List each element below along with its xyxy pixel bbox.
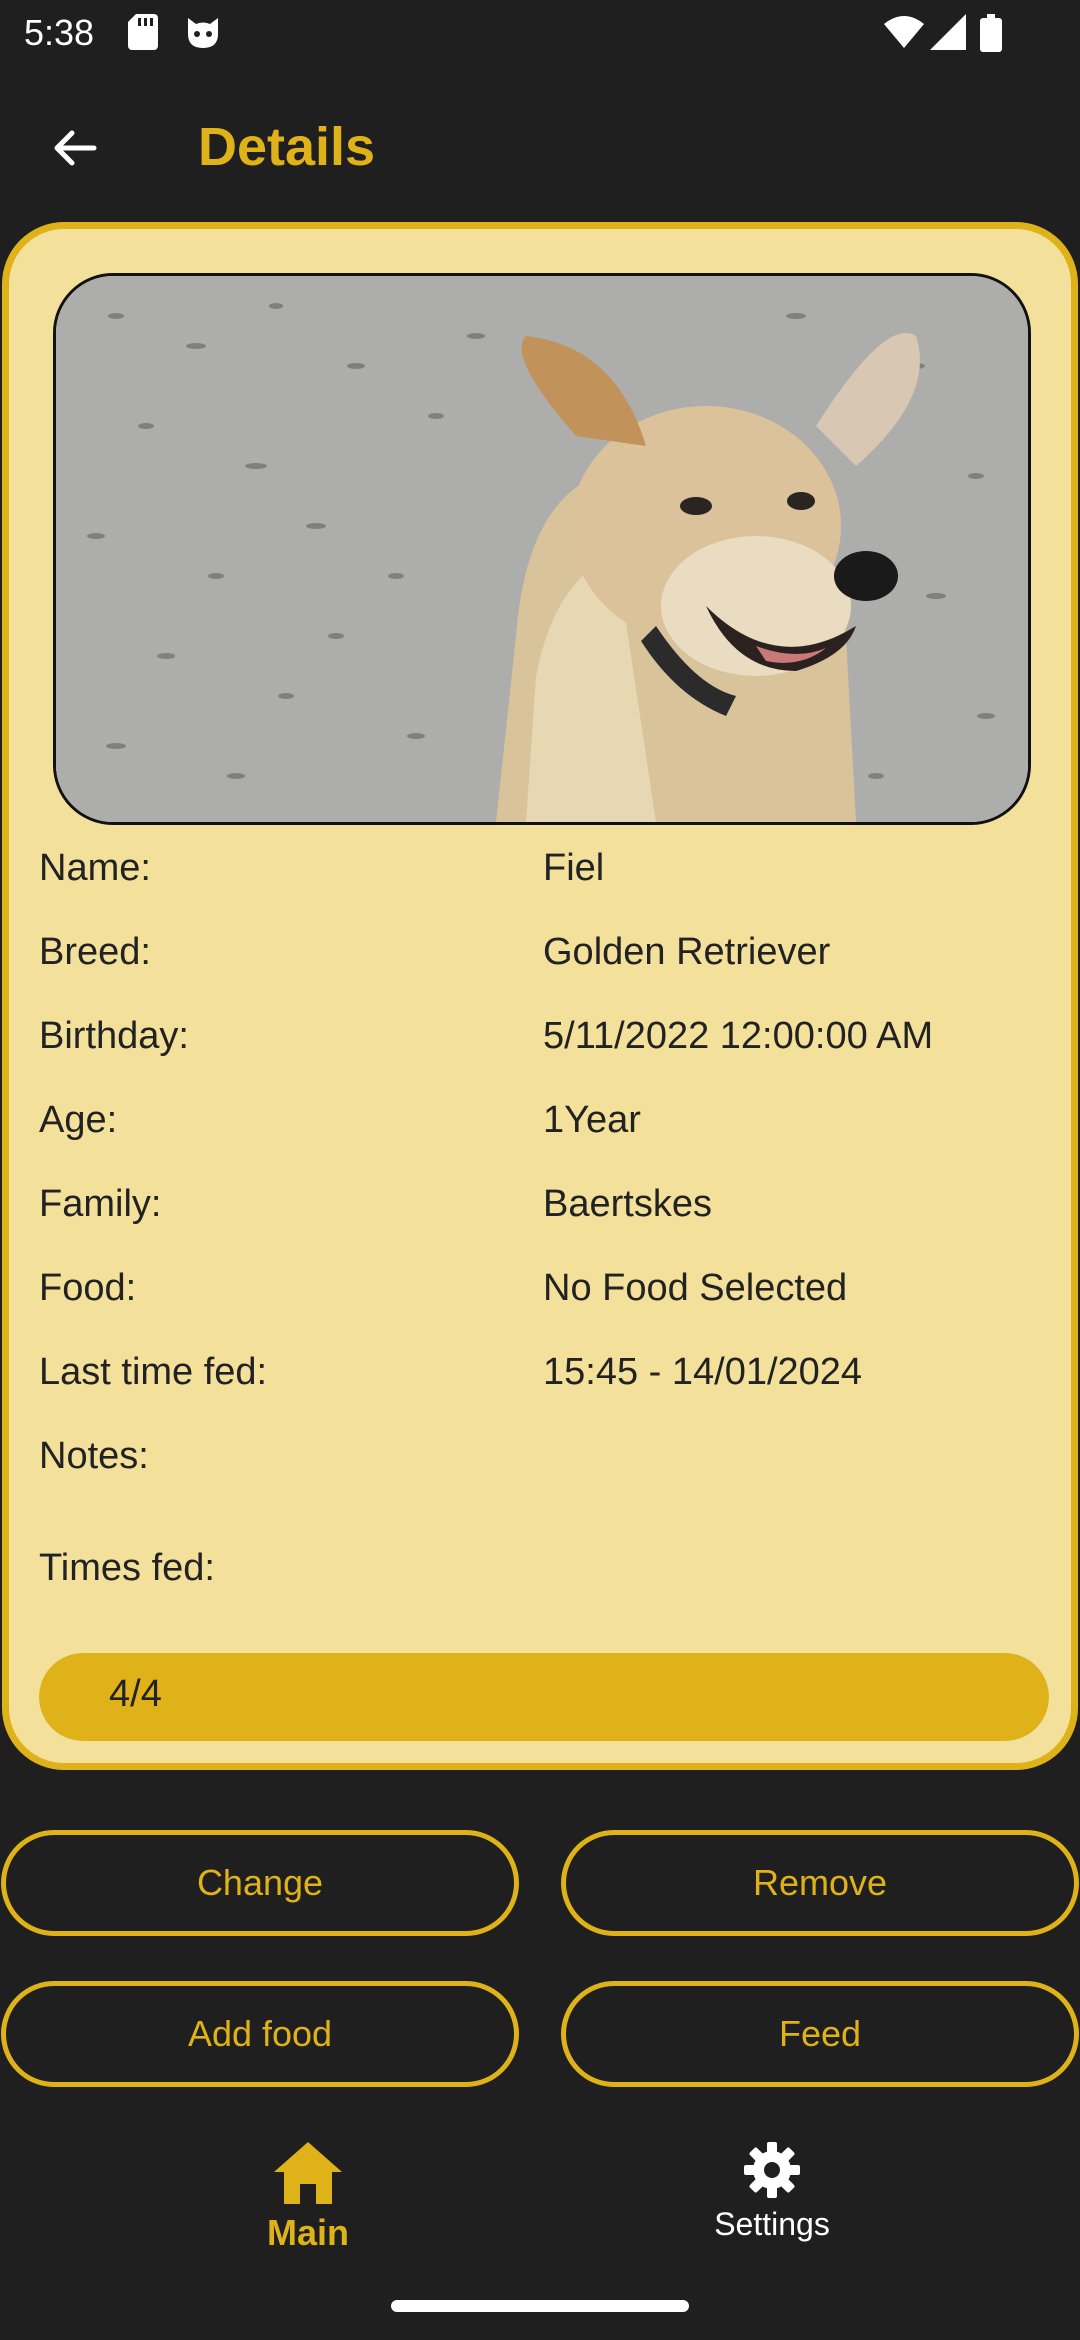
feed-button[interactable]: Feed [561,1981,1079,2087]
times-fed-label: Times fed: [39,1547,215,1589]
home-icon [274,2142,342,2204]
info-row-notes: Notes: [39,1435,1049,1495]
breed-label: Breed: [39,931,151,973]
times-fed-progress-bar: 4/4 [39,1653,1049,1741]
arrow-back-icon [54,130,97,166]
info-row-food: Food: No Food Selected [39,1267,1049,1327]
app-bar: Details [0,80,1080,210]
name-value: Fiel [543,847,605,889]
back-button[interactable] [36,110,112,186]
details-screen: 5:38 Details Name: Fiel Breed: Golden Re… [0,0,1080,2340]
gear-icon [744,2142,800,2198]
nav-label-settings: Settings [714,2206,830,2242]
info-row-name: Name: Fiel [39,847,1049,907]
breed-value: Golden Retriever [543,931,831,973]
change-button[interactable]: Change [1,1830,519,1936]
family-label: Family: [39,1183,162,1225]
age-label: Age: [39,1099,118,1141]
info-row-breed: Breed: Golden Retriever [39,931,1049,991]
info-row-age: Age: 1Year [39,1099,1049,1159]
name-label: Name: [39,847,151,889]
cat-notification-icon [188,18,218,48]
birthday-value: 5/11/2022 12:00:00 AM [543,1015,934,1057]
times-fed-progress-fill [39,1653,1049,1741]
last-fed-value: 15:45 - 14/01/2024 [543,1351,863,1393]
sd-card-icon [128,14,158,50]
signal-icon [930,14,966,50]
battery-icon [980,14,1002,52]
notes-label: Notes: [39,1435,149,1477]
info-row-family: Family: Baertskes [39,1183,1049,1243]
food-label: Food: [39,1267,137,1309]
info-row-last-fed: Last time fed: 15:45 - 14/01/2024 [39,1351,1049,1411]
times-fed-progress-text: 4/4 [109,1673,162,1715]
birthday-label: Birthday: [39,1015,189,1057]
pet-photo [53,273,1031,825]
remove-button[interactable]: Remove [561,1830,1079,1936]
food-value: No Food Selected [543,1267,848,1309]
status-time: 5:38 [24,12,95,53]
nav-item-main[interactable]: Main [158,2140,458,2280]
nav-label-main: Main [266,2212,349,2253]
pet-details-card: Name: Fiel Breed: Golden Retriever Birth… [2,222,1078,1770]
nav-item-settings[interactable]: Settings [622,2140,922,2280]
status-bar: 5:38 [0,0,1080,66]
last-fed-label: Last time fed: [39,1351,268,1393]
add-food-button[interactable]: Add food [1,1981,519,2087]
home-indicator[interactable] [391,2300,689,2312]
family-value: Baertskes [543,1183,712,1225]
page-title: Details [198,117,376,177]
info-row-birthday: Birthday: 5/11/2022 12:00:00 AM [39,1015,1049,1075]
age-value: 1Year [543,1099,641,1141]
wifi-icon [884,16,924,48]
